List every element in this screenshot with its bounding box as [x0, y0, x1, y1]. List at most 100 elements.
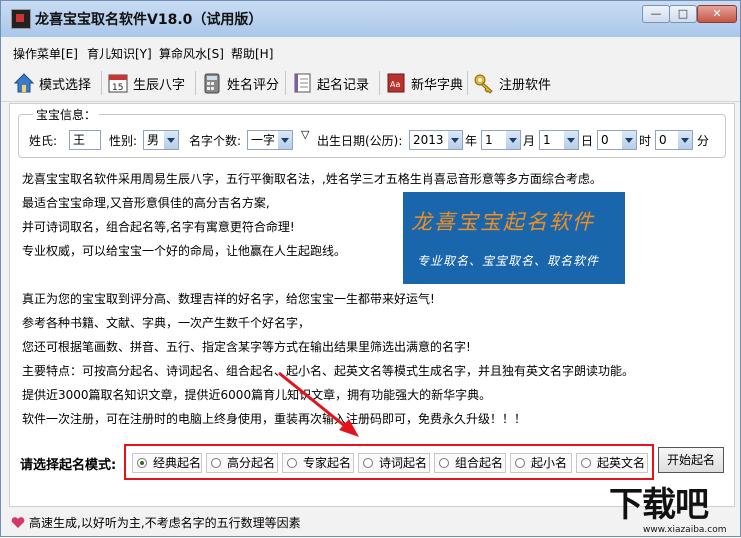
watermark-logo: 下载吧 www.xiazaiba.com	[605, 475, 741, 537]
calendar-icon: 15	[107, 72, 129, 94]
day-unit: 日	[581, 134, 594, 148]
app-icon	[11, 9, 31, 29]
toolbar-label: 起名记录	[317, 77, 370, 93]
toolbar-label: 模式选择	[39, 77, 92, 93]
toolbar-label: 生辰八字	[133, 77, 186, 93]
baby-info-legend: 宝宝信息：	[33, 106, 100, 123]
mode-option-label: 起小名	[531, 456, 568, 470]
mode-option-label: 经典起名	[153, 456, 202, 470]
svg-text:15: 15	[112, 83, 123, 93]
year-unit: 年	[465, 134, 478, 148]
toolbar-register[interactable]: 注册软件	[473, 69, 551, 97]
baby-info-group: 宝宝信息： 姓氏: 王 性别: 男 名字个数: 一字 ▽ 出生日期(公历): 2…	[18, 106, 726, 158]
year-value: 2013	[413, 133, 444, 147]
description-line: 主要特点：可按高分起名、诗词起名、组合起名、起小名、起英文名等模式生成名字，并且…	[22, 364, 635, 378]
mode-option-label: 高分起名	[227, 456, 276, 470]
mode-radio-expert[interactable]: 专家起名	[282, 453, 354, 473]
gender-select[interactable]: 男	[143, 130, 179, 150]
watermark-url: www.xiazaiba.com	[643, 525, 727, 535]
hour-value: 0	[601, 133, 609, 147]
minimize-button[interactable]: —	[642, 5, 670, 23]
surname-input[interactable]: 王	[69, 130, 101, 150]
status-text: 高速生成,以好听为主,不考虑名字的五行数理等因素	[29, 516, 301, 530]
close-button[interactable]: ✕	[697, 5, 737, 23]
month-unit: 月	[523, 134, 536, 148]
month-value: 1	[485, 133, 493, 147]
title-bar[interactable]: 龙喜宝宝取名软件V18.0（试用版） — □ ✕	[1, 1, 740, 37]
mode-option-label: 诗词起名	[379, 456, 428, 470]
toolbar-dictionary[interactable]: Aa 新华字典	[385, 69, 463, 97]
month-select[interactable]: 1	[481, 130, 521, 150]
toolbar-label: 注册软件	[499, 77, 552, 93]
chevron-down-icon	[164, 131, 178, 149]
description-line: 真正为您的宝宝取到评分高、数理吉祥的好名字，给您宝宝一生都带来好运气!	[22, 292, 435, 306]
description-line: 最适合宝宝命理,又音形意俱佳的高分吉名方案,	[22, 196, 270, 210]
mode-radio-classic[interactable]: 经典起名	[132, 453, 202, 473]
toolbar: 模式选择 15 生辰八字 姓名评分 起名记录 Aa 新华字典 注册软件	[1, 65, 740, 102]
description-line: 龙喜宝宝取名软件采用周易生辰八字，五行平衡取名法，,姓名学三才五格生肖喜忌音形意…	[22, 172, 602, 186]
product-banner: 龙喜宝宝起名软件 专业取名、宝宝取名、取名软件	[403, 192, 625, 284]
chevron-down-icon	[278, 131, 292, 149]
key-icon	[473, 72, 495, 94]
year-select[interactable]: 2013	[409, 130, 463, 150]
start-naming-button[interactable]: 开始起名	[658, 447, 724, 473]
birthdate-label: 出生日期(公历):	[317, 134, 403, 148]
mode-radio-poetry[interactable]: 诗词起名	[358, 453, 430, 473]
main-window: 龙喜宝宝取名软件V18.0（试用版） — □ ✕ 操作菜单[E] 育儿知识[Y]…	[0, 0, 741, 537]
chevron-down-icon	[506, 131, 520, 149]
menu-help[interactable]: 帮助[H]	[231, 45, 273, 62]
calculator-icon	[201, 72, 223, 94]
menu-fengshui[interactable]: 算命风水[S]	[159, 45, 224, 62]
hour-unit: 时	[639, 134, 652, 148]
toolbar-history[interactable]: 起名记录	[291, 69, 369, 97]
chevron-down-icon	[564, 131, 578, 149]
minute-unit: 分	[697, 134, 710, 148]
minute-value: 0	[659, 133, 667, 147]
mode-radio-english[interactable]: 起英文名	[576, 453, 648, 473]
name-count-label: 名字个数:	[189, 134, 242, 148]
toolbar-label: 姓名评分	[227, 77, 280, 93]
day-select[interactable]: 1	[539, 130, 579, 150]
description-line: 并可诗词取名，组合起名等,名字有寓意更符合命理!	[22, 220, 295, 234]
chevron-down-icon	[448, 131, 462, 149]
toolbar-label: 新华字典	[411, 77, 464, 93]
mode-option-label: 组合起名	[455, 456, 504, 470]
name-count-value: 一字	[251, 133, 276, 147]
menu-operations[interactable]: 操作菜单[E]	[13, 45, 78, 62]
window-title: 龙喜宝宝取名软件V18.0（试用版）	[35, 12, 263, 28]
menu-bar: 操作菜单[E] 育儿知识[Y] 算命风水[S] 帮助[H]	[1, 43, 740, 63]
banner-title: 龙喜宝宝起名软件	[411, 210, 595, 234]
menu-parenting[interactable]: 育儿知识[Y]	[87, 45, 152, 62]
chevron-down-icon	[678, 131, 692, 149]
maximize-button[interactable]: □	[669, 5, 697, 23]
surname-label: 姓氏:	[29, 134, 58, 148]
main-panel: 宝宝信息： 姓氏: 王 性别: 男 名字个数: 一字 ▽ 出生日期(公历): 2…	[9, 103, 735, 507]
name-count-select[interactable]: 一字	[247, 130, 293, 150]
svg-text:Aa: Aa	[390, 80, 400, 89]
day-value: 1	[543, 133, 551, 147]
notebook-icon	[291, 72, 313, 94]
description-line: 专业权威，可以给宝宝一个好的命局，让他赢在人生起跑线。	[22, 244, 347, 258]
mode-radio-combination[interactable]: 组合起名	[434, 453, 506, 473]
toolbar-mode-select[interactable]: 模式选择	[13, 69, 91, 97]
watermark-main: 下载吧	[609, 485, 709, 525]
mode-option-label: 起英文名	[597, 456, 646, 470]
description-line: 您还可根据笔画数、拼音、五行、指定含某字等方式在输出结果里筛选出满意的名字!	[22, 340, 471, 354]
mode-radio-nickname[interactable]: 起小名	[510, 453, 572, 473]
mode-radio-high-score[interactable]: 高分起名	[206, 453, 278, 473]
heart-icon	[11, 517, 25, 529]
hour-select[interactable]: 0	[597, 130, 637, 150]
house-icon	[13, 72, 35, 94]
description-line: 参考各种书籍、文献、字典，一次产生数千个好名字，	[22, 316, 311, 330]
mode-label: 请选择起名模式:	[20, 458, 117, 473]
toolbar-birth-chart[interactable]: 15 生辰八字	[107, 69, 185, 97]
gender-value: 男	[147, 133, 160, 147]
toolbar-name-score[interactable]: 姓名评分	[201, 69, 279, 97]
gender-label: 性别:	[109, 134, 138, 148]
description-line: 软件一次注册，可在注册时的电脑上终身使用，重装再次输入注册码即可，免费永久升级！…	[22, 412, 527, 426]
dictionary-icon: Aa	[385, 72, 407, 94]
minute-select[interactable]: 0	[655, 130, 693, 150]
mode-option-label: 专家起名	[303, 456, 352, 470]
mode-options-group: 经典起名 高分起名 专家起名 诗词起名 组合起名 起小名 起英文名	[124, 444, 654, 480]
chevron-down-icon	[622, 131, 636, 149]
